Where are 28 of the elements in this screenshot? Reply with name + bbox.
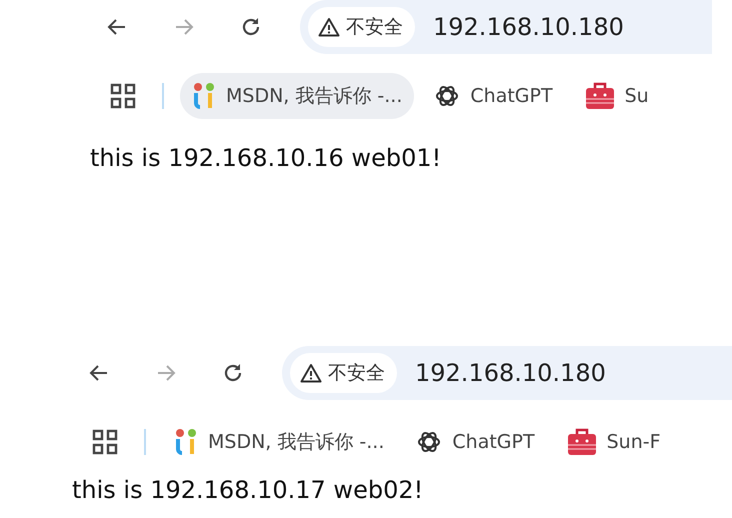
knot-logo-icon: [434, 83, 460, 109]
security-label: 不安全: [328, 361, 385, 386]
knot-logo-icon: [416, 429, 442, 455]
warning-icon: [300, 363, 322, 383]
warning-icon: [318, 17, 340, 37]
security-chip[interactable]: 不安全: [308, 7, 415, 47]
reload-icon: [222, 362, 244, 384]
security-chip[interactable]: 不安全: [290, 353, 397, 393]
url-text: 192.168.10.180: [415, 359, 606, 387]
page-text: this is 192.168.10.17 web02!: [72, 476, 424, 504]
colorful-letter-logo-icon: [192, 82, 216, 110]
security-label: 不安全: [346, 15, 403, 40]
bookmark-item[interactable]: ChatGPT: [404, 419, 547, 465]
toolbox-icon: [566, 428, 597, 456]
address-bar[interactable]: 不安全 192.168.10.180: [300, 0, 712, 54]
bookmark-item[interactable]: MSDN, 我告诉你 -...: [162, 419, 396, 465]
toolbox-icon: [584, 82, 615, 110]
page-text: this is 192.168.10.16 web01!: [90, 144, 442, 172]
bookmark-item[interactable]: MSDN, 我告诉你 -...: [180, 73, 414, 119]
apps-grid-icon[interactable]: [110, 83, 136, 109]
bookmark-item[interactable]: ChatGPT: [422, 73, 565, 119]
apps-grid-icon[interactable]: [92, 429, 118, 455]
address-bar[interactable]: 不安全 192.168.10.180: [282, 346, 732, 400]
reload-icon: [240, 16, 262, 38]
bookmark-item[interactable]: Sun-F: [554, 419, 673, 465]
bookmark-item[interactable]: Su: [572, 73, 661, 119]
url-text: 192.168.10.180: [433, 13, 624, 41]
colorful-letter-logo-icon: [174, 428, 198, 456]
